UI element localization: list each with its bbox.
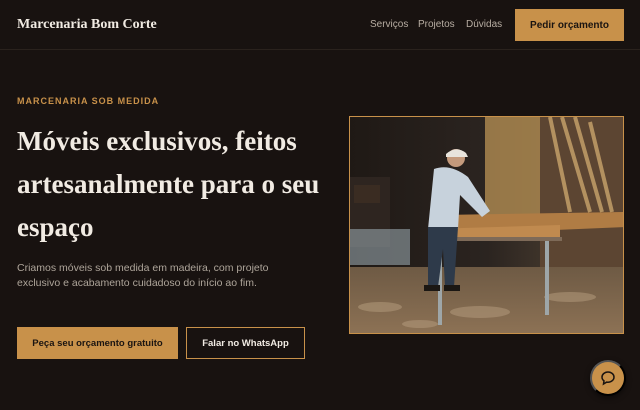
nav-link-duvidas[interactable]: Dúvidas (466, 19, 502, 30)
carpenter-workshop-image (350, 117, 623, 333)
chat-button[interactable] (590, 360, 626, 396)
hero-lead: Criamos móveis sob medida em madeira, co… (17, 262, 269, 289)
free-quote-button[interactable]: Peça seu orçamento gratuito (17, 327, 178, 359)
hero-photo-carpenter (349, 116, 624, 334)
chat-bubble-icon (601, 371, 615, 386)
nav-link-servicos[interactable]: Serviços (370, 19, 408, 30)
brand-logo[interactable]: Marcenaria Bom Corte (17, 17, 157, 33)
site-header: Marcenaria Bom Corte Serviços Projetos D… (0, 0, 640, 50)
hero-eyebrow: MARCENARIA SOB MEDIDA (17, 96, 160, 106)
whatsapp-button[interactable]: Falar no WhatsApp (186, 327, 305, 359)
request-quote-button[interactable]: Pedir orçamento (515, 9, 624, 41)
hero-headline: Móveis exclusivos, feitos artesanalmente… (17, 126, 320, 242)
nav-link-projetos[interactable]: Projetos (418, 19, 455, 30)
